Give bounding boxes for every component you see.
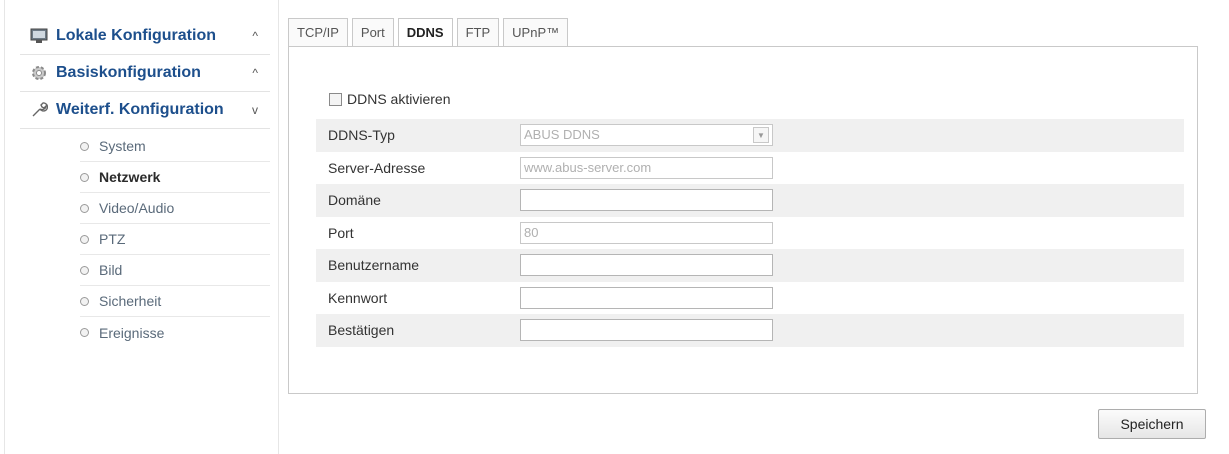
field-label: Domäne — [328, 192, 381, 209]
section-label: Lokale Konfiguration — [56, 27, 216, 44]
form-row-username: Benutzername — [316, 249, 1184, 282]
server-address-input[interactable]: www.abus-server.com — [520, 156, 773, 179]
bullet-icon — [80, 172, 89, 182]
field-label: Bestätigen — [328, 322, 395, 339]
section-label: Basiskonfiguration — [56, 64, 201, 81]
tab-upnp[interactable]: UPnP™ — [503, 18, 569, 46]
bullet-icon — [80, 141, 89, 151]
bullet-icon — [80, 234, 89, 244]
field-label: Port — [328, 224, 354, 241]
select-value: ABUS DDNS — [524, 127, 600, 143]
form-row-port: Port 80 — [316, 217, 1184, 250]
username-input[interactable] — [520, 254, 773, 277]
port-input[interactable]: 80 — [520, 221, 773, 244]
tab-ftp[interactable]: FTP — [456, 18, 500, 46]
monitor-icon — [30, 27, 48, 45]
gear-icon — [30, 64, 48, 82]
domain-input[interactable] — [520, 189, 773, 212]
field-label: Server-Adresse — [328, 159, 426, 176]
subitem-list: System Netzwerk Video/Audio PTZ Bild Sic… — [20, 131, 270, 348]
section-label: Weiterf. Konfiguration — [56, 101, 224, 118]
form-row-ddns-type: DDNS-Typ ABUS DDNS ▼ — [316, 119, 1184, 152]
subitem-label: Sicherheit — [99, 293, 162, 309]
bullet-icon — [80, 296, 89, 306]
bullet-icon — [80, 328, 89, 337]
save-button[interactable]: Speichern — [1098, 409, 1206, 439]
sidebar-left-divider — [4, 0, 5, 454]
subitem-video-audio[interactable]: Video/Audio — [80, 193, 270, 224]
confirm-password-input[interactable] — [520, 319, 773, 342]
subitem-ptz[interactable]: PTZ — [80, 224, 270, 255]
subitem-system[interactable]: System — [80, 131, 270, 162]
subitem-label: Netzwerk — [99, 169, 161, 185]
form-row-password: Kennwort — [316, 282, 1184, 315]
section-weiterf-konfiguration[interactable]: Weiterf. Konfiguration v — [20, 92, 270, 129]
chevron-up-icon[interactable]: ^ — [252, 66, 258, 80]
subitem-bild[interactable]: Bild — [80, 255, 270, 286]
tab-bar: TCP/IP Port DDNS FTP UPnP™ — [288, 18, 572, 47]
field-label: Kennwort — [328, 289, 388, 306]
form-row-server-address: Server-Adresse www.abus-server.com — [316, 152, 1184, 185]
chevron-up-icon[interactable]: ^ — [252, 29, 258, 43]
section-basiskonfiguration[interactable]: Basiskonfiguration ^ — [20, 55, 270, 92]
bullet-icon — [80, 203, 89, 213]
enable-ddns-checkbox[interactable] — [329, 92, 342, 106]
subitem-label: System — [99, 138, 146, 154]
sidebar: Lokale Konfiguration ^ Basiskonfiguratio… — [20, 18, 270, 348]
subitem-label: Ereignisse — [99, 324, 165, 341]
ddns-panel: DDNS aktivieren DDNS-Typ ABUS DDNS ▼ Ser… — [288, 46, 1198, 394]
subitem-netzwerk[interactable]: Netzwerk — [80, 162, 270, 193]
field-label: DDNS-Typ — [328, 127, 395, 144]
bullet-icon — [80, 265, 89, 275]
password-input[interactable] — [520, 286, 773, 309]
tab-tcpip[interactable]: TCP/IP — [288, 18, 348, 46]
chevron-down-icon[interactable]: v — [252, 103, 258, 117]
sidebar-right-divider — [278, 0, 279, 454]
enable-ddns-row: DDNS aktivieren — [329, 91, 450, 107]
subitem-label: Video/Audio — [99, 200, 175, 216]
dropdown-arrow-icon[interactable]: ▼ — [753, 127, 769, 144]
subitem-ereignisse[interactable]: Ereignisse — [80, 317, 270, 348]
wrench-icon — [30, 101, 48, 119]
subitem-sicherheit[interactable]: Sicherheit — [80, 286, 270, 317]
form-row-domain: Domäne — [316, 184, 1184, 217]
form-rows: DDNS-Typ ABUS DDNS ▼ Server-Adresse www.… — [316, 119, 1184, 347]
subitem-label: PTZ — [99, 231, 126, 247]
tab-ddns[interactable]: DDNS — [397, 18, 453, 47]
ddns-type-select[interactable]: ABUS DDNS ▼ — [520, 124, 773, 147]
subitem-label: Bild — [99, 262, 123, 278]
section-lokale-konfiguration[interactable]: Lokale Konfiguration ^ — [20, 18, 270, 55]
field-label: Benutzername — [328, 257, 420, 274]
form-row-confirm: Bestätigen — [316, 314, 1184, 347]
tab-port[interactable]: Port — [351, 18, 394, 46]
enable-ddns-label: DDNS aktivieren — [347, 91, 451, 107]
